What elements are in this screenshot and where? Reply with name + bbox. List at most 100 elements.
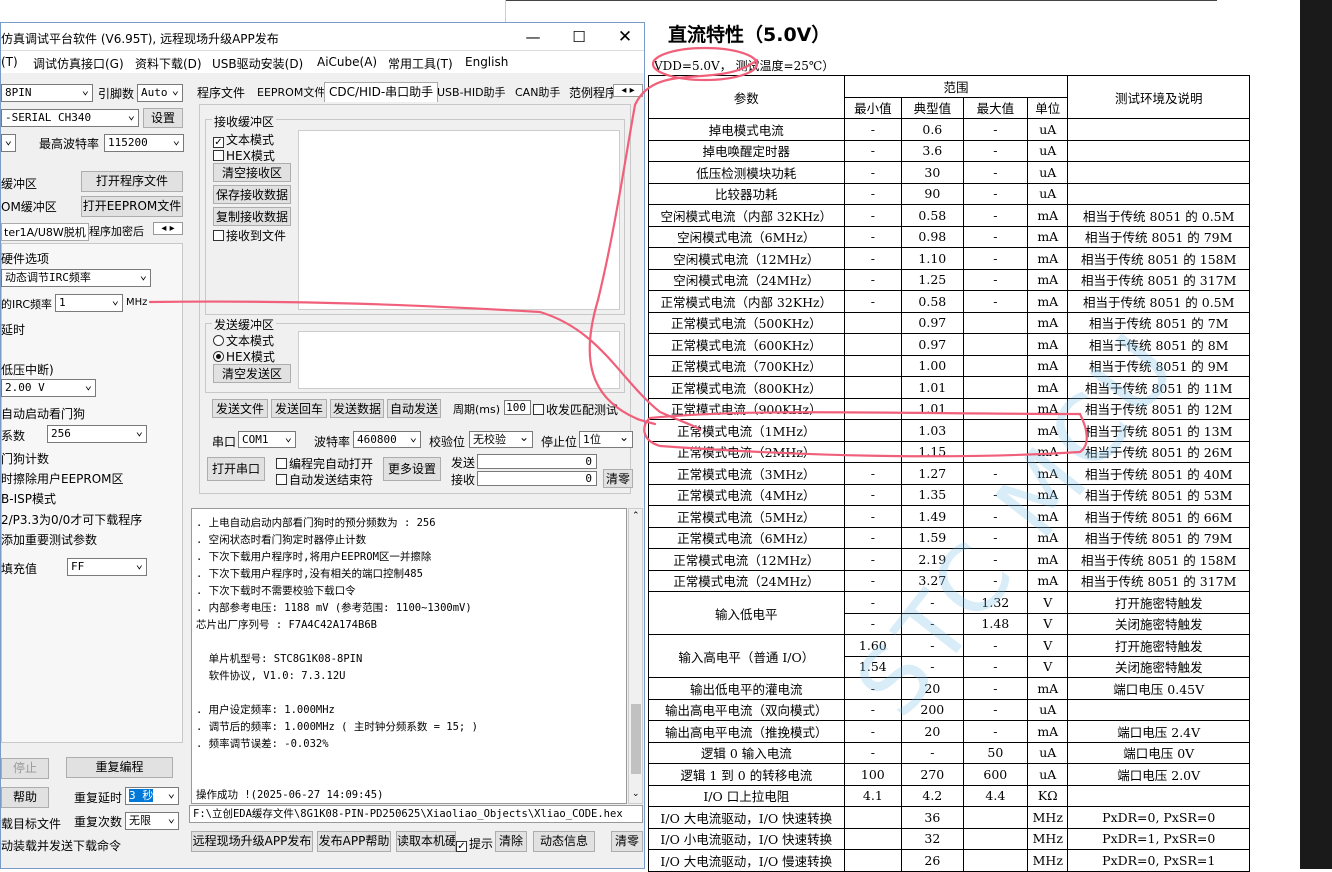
publish-help-button[interactable]: 发布APP帮助 bbox=[317, 831, 391, 852]
tab-serial-assistant[interactable]: CDC/HID-串口助手 bbox=[324, 82, 439, 102]
cell-5: 相当于传统 8051 的 7M bbox=[1067, 311, 1250, 334]
tab-examples[interactable]: 范例程序 bbox=[569, 84, 617, 104]
tab-eeprom[interactable]: EEPROM文件 bbox=[257, 84, 325, 104]
tx-text-area[interactable] bbox=[298, 331, 620, 389]
repeat-delay-select[interactable]: 3 秒 bbox=[125, 787, 179, 805]
rx-clear-button[interactable]: 清空接收区 bbox=[213, 163, 291, 182]
menu-usb-driver[interactable]: USB驱动安装(D) bbox=[212, 55, 303, 72]
tab-can[interactable]: CAN助手 bbox=[515, 84, 560, 104]
remote-publish-button[interactable]: 远程现场升级APP发布 bbox=[191, 831, 313, 852]
irc-freq-input[interactable]: 1 bbox=[55, 294, 123, 312]
match-test-checkbox[interactable]: 收发匹配测试 bbox=[533, 401, 618, 418]
auto-end-checkbox[interactable]: 自动发送结束符 bbox=[276, 471, 373, 488]
min-baud-select[interactable] bbox=[1, 134, 16, 152]
open-serial-button[interactable]: 打开串口 bbox=[207, 457, 265, 481]
tab-program[interactable]: 程序文件 bbox=[197, 84, 245, 104]
open-program-button[interactable]: 打开程序文件 bbox=[81, 171, 183, 192]
tx-clear-button[interactable]: 清空发送区 bbox=[213, 364, 291, 383]
auto-open-checkbox[interactable]: 编程完自动打开 bbox=[276, 455, 373, 472]
lvd-voltage-select[interactable]: 2.00 V bbox=[1, 379, 96, 397]
cell-0: I/O 大电流驱动，I/O 慢速转换 bbox=[648, 849, 845, 872]
auto-download-label[interactable]: 动装载并发送下载命令 bbox=[1, 837, 121, 854]
cell-5 bbox=[1067, 161, 1250, 184]
send-file-button[interactable]: 发送文件 bbox=[212, 399, 268, 418]
send-data-button[interactable]: 发送数据 bbox=[330, 399, 384, 418]
menu-debug[interactable]: 调试仿真接口(G) bbox=[33, 55, 124, 72]
zero-button[interactable]: 清零 bbox=[611, 831, 643, 852]
menu-tools[interactable]: (T) bbox=[1, 55, 18, 69]
rx-copy-button[interactable]: 复制接收数据 bbox=[213, 207, 291, 226]
head-typ: 典型值 bbox=[901, 96, 964, 119]
baud-select[interactable]: 460800 bbox=[353, 431, 421, 448]
rx-to-file-checkbox[interactable]: 接收到文件 bbox=[213, 227, 286, 244]
title-bar[interactable]: 仿真调试平台软件 (V6.95T), 远程现场升级APP发布 — ☐ ✕ bbox=[1, 23, 644, 51]
chip-pin-select[interactable]: 8PIN bbox=[1, 84, 93, 102]
output-log[interactable]: . 上电自动启动内部看门狗时的预分频数为 : 256 . 空闲状态时看门狗定时器停… bbox=[191, 508, 627, 804]
cell-4: MHz bbox=[1027, 806, 1069, 829]
rx-text-mode-checkbox[interactable]: ✓ 文本模式 bbox=[213, 131, 274, 148]
add-params-label[interactable]: 添加重要测试参数 bbox=[1, 531, 97, 548]
hint-checkbox[interactable]: ✓ 提示 bbox=[456, 835, 493, 852]
log-scrollbar[interactable]: ⌃ ⌄ bbox=[628, 508, 643, 804]
close-button[interactable]: ✕ bbox=[602, 25, 648, 49]
rx-text-area[interactable] bbox=[298, 130, 620, 310]
cell-3 bbox=[962, 311, 1029, 334]
spec-row: 正常模式电流（2MHz） 1.15 mA 相当于传统 8051 的 26M bbox=[648, 440, 1250, 463]
send-cr-button[interactable]: 发送回车 bbox=[271, 399, 327, 418]
dynamic-info-button[interactable]: 动态信息 bbox=[533, 831, 595, 852]
log-scroll-thumb[interactable] bbox=[631, 704, 641, 774]
wdt-auto-label[interactable]: 自动启动看门狗 bbox=[1, 405, 85, 422]
cell-0: 正常模式电流（900KHz） bbox=[648, 397, 845, 420]
menu-aicube[interactable]: AiCube(A) bbox=[317, 55, 377, 69]
window-dark-edge bbox=[1300, 0, 1332, 869]
menu-common-tools[interactable]: 常用工具(T) bbox=[388, 55, 453, 72]
max-baud-select[interactable]: 115200 bbox=[104, 134, 184, 152]
tab-usb-hid[interactable]: USB-HID助手 bbox=[437, 84, 506, 104]
reprogram-button[interactable]: 重复编程 bbox=[66, 757, 173, 778]
usb-isp-label[interactable]: B-ISP模式 bbox=[1, 490, 56, 507]
stop-button[interactable]: 停止 bbox=[1, 758, 49, 779]
spec-row: I/O 大电流驱动，I/O 慢速转换 26 MHz PxDR=0, PxSR=1 bbox=[648, 849, 1250, 872]
auto-send-button[interactable]: 自动发送 bbox=[387, 399, 441, 418]
settings-button[interactable]: 设置 bbox=[143, 108, 183, 128]
tab-offline[interactable]: ter1A/U8W脱机 bbox=[1, 223, 89, 241]
pin-count-select[interactable]: Auto bbox=[137, 84, 183, 102]
stop-bits-select[interactable]: 1位 bbox=[579, 431, 633, 448]
open-eeprom-button[interactable]: 打开EEPROM文件 bbox=[81, 196, 183, 217]
irc-mode-select[interactable]: 动态调节IRC频率 bbox=[1, 269, 151, 287]
log-line: . 内部参考电压: 1188 mV (参考范围: 1100~1300mV) bbox=[196, 602, 472, 614]
maximize-button[interactable]: ☐ bbox=[556, 25, 602, 49]
fill-value-select[interactable]: FF bbox=[67, 558, 147, 576]
rx-hex-mode-checkbox[interactable]: HEX模式 bbox=[213, 147, 275, 164]
cell-4: KΩ bbox=[1027, 784, 1069, 807]
clear-log-button[interactable]: 清除 bbox=[495, 831, 527, 852]
menu-download[interactable]: 资料下载(D) bbox=[135, 55, 202, 72]
period-input[interactable]: 100 bbox=[504, 400, 531, 415]
wdt-count-label[interactable]: 门狗计数 bbox=[1, 450, 49, 467]
rx-save-button[interactable]: 保存接收数据 bbox=[213, 185, 291, 204]
log-line: 单片机型号: STC8G1K08-8PIN bbox=[196, 653, 363, 665]
erase-eeprom-label[interactable]: 时擦除用户EEPROM区 bbox=[1, 470, 124, 487]
wdt-div-select[interactable]: 256 bbox=[47, 425, 147, 443]
menu-english[interactable]: English bbox=[465, 55, 508, 69]
minimize-button[interactable]: — bbox=[510, 25, 556, 49]
serial-port-select[interactable]: -SERIAL CH340 bbox=[1, 109, 139, 127]
tx-text-mode-radio[interactable]: 文本模式 bbox=[213, 332, 274, 349]
scroll-up-icon[interactable]: ⌃ bbox=[632, 511, 640, 521]
read-machine-button[interactable]: 读取本机硬 bbox=[396, 831, 456, 852]
parity-select[interactable]: 无校验 bbox=[469, 431, 533, 448]
help-button[interactable]: 帮助 bbox=[1, 787, 49, 808]
auto-end-label: 自动发送结束符 bbox=[289, 473, 374, 487]
tabs-scroll-arrows[interactable]: ◂ ▸ bbox=[613, 84, 643, 97]
port-select[interactable]: COM1 bbox=[238, 431, 296, 448]
desktop: 直流特性（5.0V） VDD=5.0V， 测试温度=25℃） 参数 范围 测试环境及… bbox=[0, 0, 1332, 872]
tab-scroll-arrows[interactable]: ◂ ▸ bbox=[153, 222, 183, 235]
p32-label[interactable]: 2/P3.3为0/0才可下载程序 bbox=[1, 511, 142, 528]
scroll-down-icon[interactable]: ⌄ bbox=[632, 789, 640, 799]
tx-hex-mode-radio[interactable]: HEX模式 bbox=[213, 348, 275, 365]
more-settings-button[interactable]: 更多设置 bbox=[383, 457, 441, 481]
repeat-count-select[interactable]: 无限 bbox=[125, 812, 179, 830]
tab-encrypt[interactable]: 程序加密后 bbox=[89, 223, 144, 239]
hex-file-path: F:\立创EDA缓存文件\8G1K08-PIN-PD250625\Xiaolia… bbox=[189, 805, 643, 823]
clear-counts-button[interactable]: 清零 bbox=[603, 469, 633, 488]
